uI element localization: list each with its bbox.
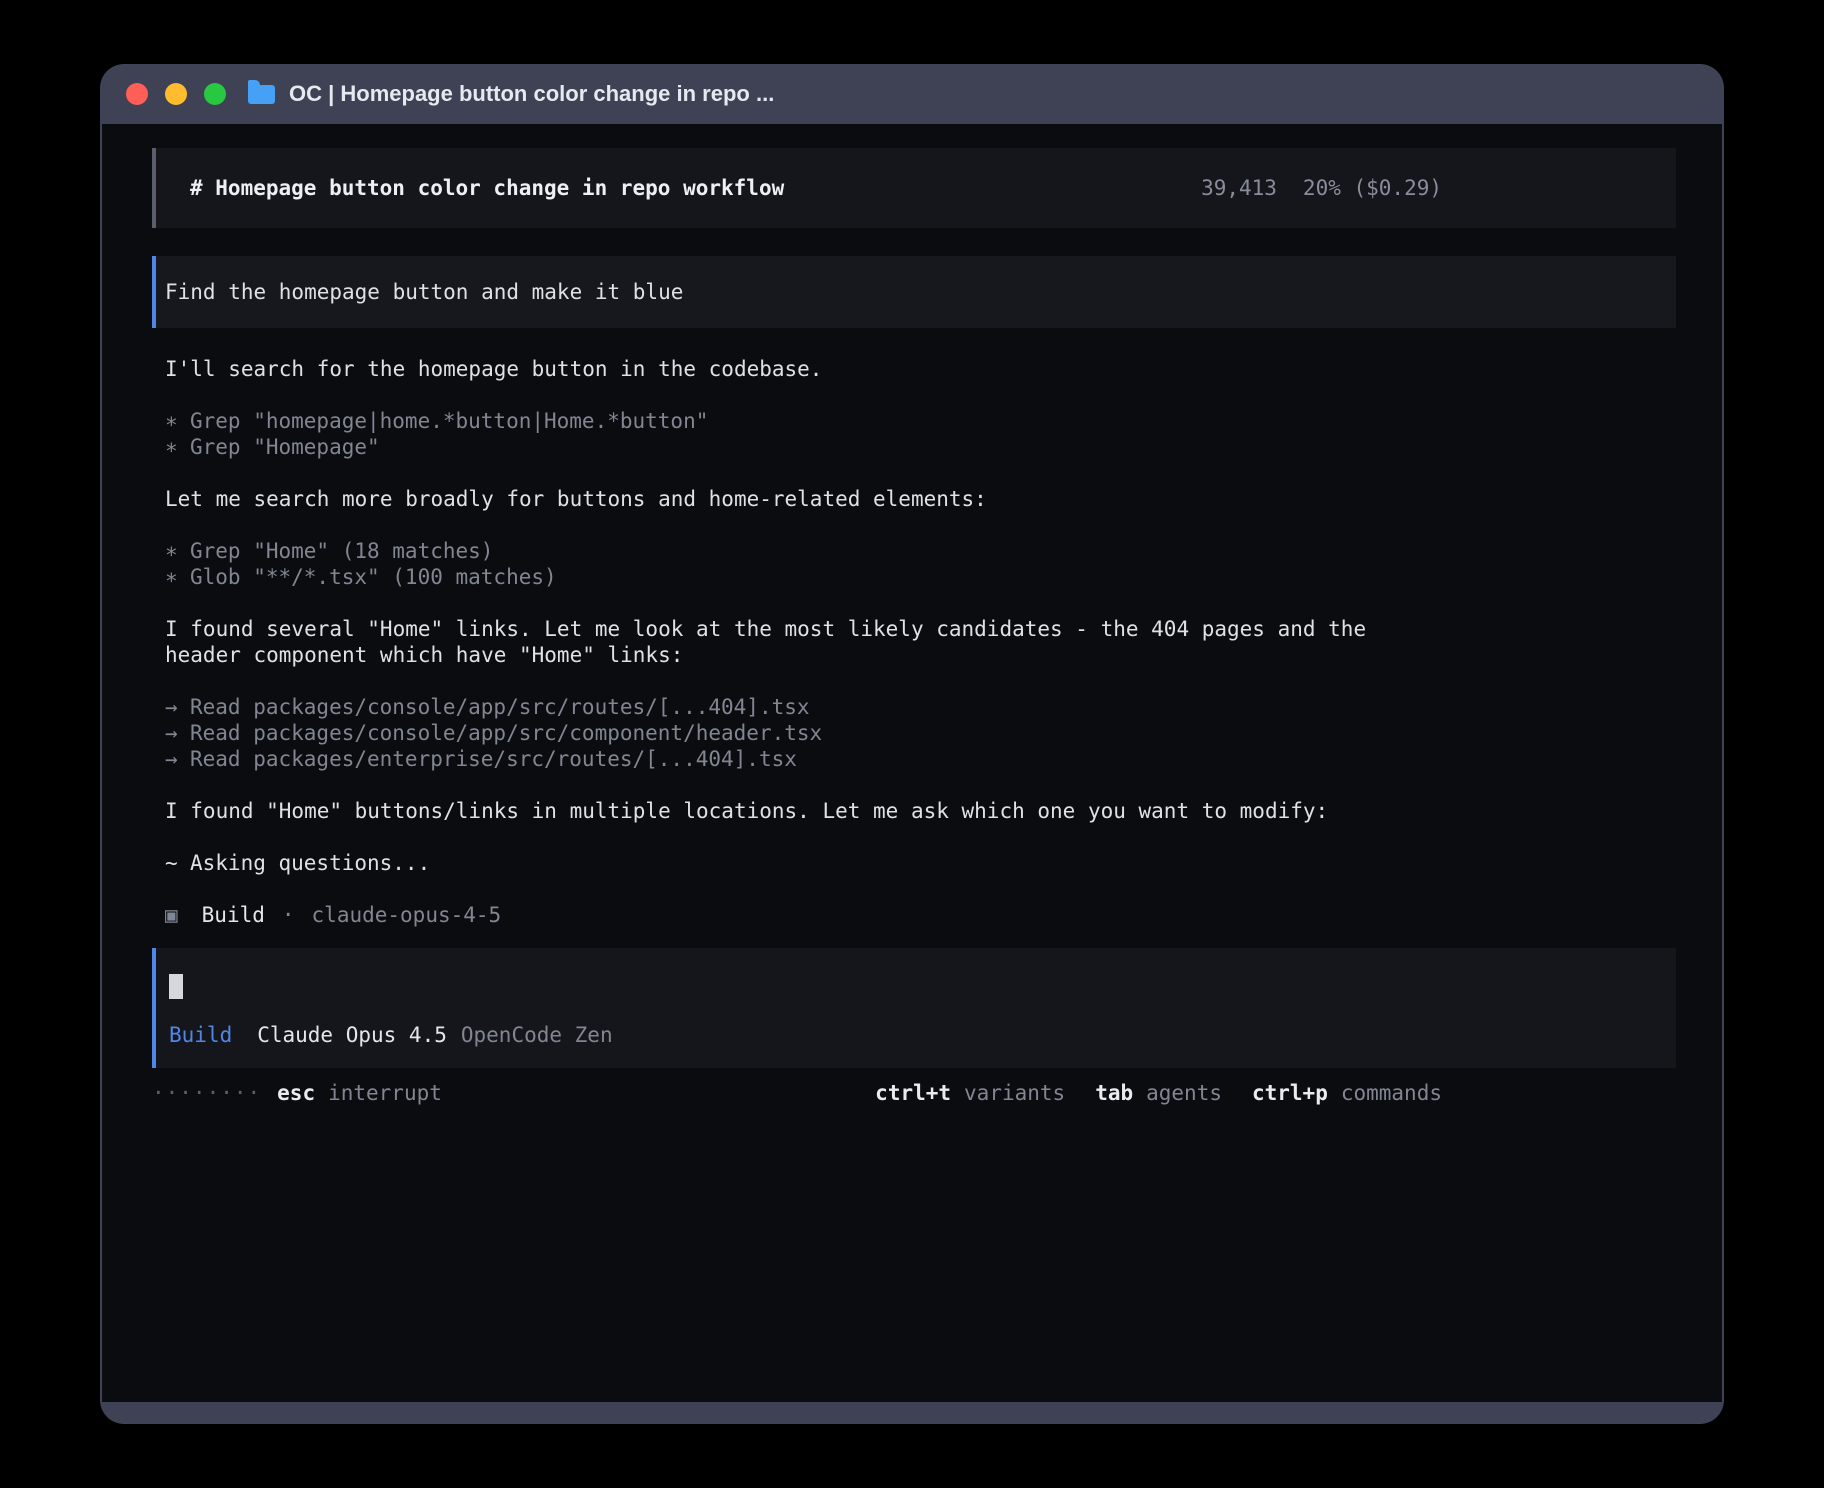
tool-call-group: ∗ Grep "homepage|home.*button|Home.*butt… — [165, 408, 1676, 460]
tool-call-text: Read packages/enterprise/src/routes/[...… — [190, 746, 797, 772]
working-status: ~ Asking questions... — [165, 850, 1442, 876]
agent-status: ▣ Build · claude-opus-4-5 — [165, 902, 1676, 928]
session-header: # Homepage button color change in repo w… — [152, 148, 1676, 228]
asterisk-icon: ∗ — [165, 538, 190, 564]
hint-key-tab: tab — [1095, 1080, 1133, 1106]
text-cursor — [169, 974, 183, 999]
tool-call-group: → Read packages/console/app/src/routes/[… — [165, 694, 1676, 772]
hint-label-variants: variants — [964, 1080, 1065, 1106]
tool-call: ∗ Grep "Home" (18 matches) — [165, 538, 1676, 564]
model-name: claude-opus-4-5 — [312, 902, 502, 928]
session-stats: 39,413 20% ($0.29) — [1201, 175, 1442, 201]
input-meta: Build Claude Opus 4.5 OpenCode Zen — [169, 1022, 1676, 1048]
keyboard-hint: ctrl+p commands — [1252, 1080, 1442, 1106]
status-bar-left: ········ esc interrupt — [152, 1080, 442, 1106]
terminal-content: # Homepage button color change in repo w… — [102, 124, 1722, 1402]
tool-call: ∗ Grep "Homepage" — [165, 434, 1676, 460]
arrow-right-icon: → — [165, 720, 190, 746]
keyboard-hint: tab agents — [1095, 1080, 1222, 1106]
hint-key-ctrl-t: ctrl+t — [875, 1080, 951, 1106]
tool-call-text: Read packages/console/app/src/routes/[..… — [190, 694, 810, 720]
arrow-right-icon: → — [165, 694, 190, 720]
agent-name: Build — [202, 902, 265, 928]
keyboard-hint: esc interrupt — [277, 1080, 442, 1106]
asterisk-icon: ∗ — [165, 408, 190, 434]
traffic-lights — [126, 83, 226, 105]
user-message: Find the homepage button and make it blu… — [152, 256, 1676, 328]
tool-call: ∗ Grep "homepage|home.*button|Home.*butt… — [165, 408, 1676, 434]
assistant-message: I found "Home" buttons/links in multiple… — [165, 798, 1442, 824]
asterisk-icon: ∗ — [165, 434, 190, 460]
separator-dot: · — [282, 902, 295, 928]
tool-call: → Read packages/enterprise/src/routes/[.… — [165, 746, 1676, 772]
spinner-dots: ········ — [152, 1080, 261, 1106]
window-title: OC | Homepage button color change in rep… — [289, 81, 774, 107]
tool-call-text: Glob "**/*.tsx" (100 matches) — [190, 564, 557, 590]
tool-call-text: Grep "Home" (18 matches) — [190, 538, 493, 564]
status-bar: ········ esc interrupt ctrl+t variants t… — [152, 1080, 1676, 1106]
hint-label-agents: agents — [1146, 1080, 1222, 1106]
token-count: 39,413 — [1201, 175, 1277, 201]
task-icon: ▣ — [165, 902, 178, 928]
conversation-log: I'll search for the homepage button in t… — [152, 356, 1676, 928]
hint-key-esc: esc — [277, 1080, 315, 1106]
folder-icon — [248, 85, 275, 104]
hint-label-commands: commands — [1341, 1080, 1442, 1106]
status-bar-right: ctrl+t variants tab agents ctrl+p comman… — [875, 1080, 1442, 1106]
minimize-button[interactable] — [165, 83, 187, 105]
hint-key-ctrl-p: ctrl+p — [1252, 1080, 1328, 1106]
window-titlebar[interactable]: OC | Homepage button color change in rep… — [100, 64, 1724, 124]
agent-mode-label[interactable]: Build — [169, 1022, 232, 1048]
desktop-background: OC | Homepage button color change in rep… — [0, 0, 1824, 1488]
session-title: # Homepage button color change in repo w… — [190, 175, 784, 201]
close-button[interactable] — [126, 83, 148, 105]
keyboard-hint: ctrl+t variants — [875, 1080, 1065, 1106]
tool-call: → Read packages/console/app/src/routes/[… — [165, 694, 1676, 720]
context-usage: 20% ($0.29) — [1303, 175, 1442, 201]
input-model-label: Claude Opus 4.5 — [257, 1022, 447, 1048]
zoom-button[interactable] — [204, 83, 226, 105]
terminal-window: OC | Homepage button color change in rep… — [100, 64, 1724, 1424]
prompt-input[interactable]: Build Claude Opus 4.5 OpenCode Zen — [152, 948, 1676, 1068]
user-message-text: Find the homepage button and make it blu… — [165, 279, 683, 305]
tilde-icon: ~ — [165, 850, 190, 876]
assistant-message: I'll search for the homepage button in t… — [165, 356, 1442, 382]
tool-call-text: Grep "homepage|home.*button|Home.*button… — [190, 408, 708, 434]
tool-call-text: Grep "Homepage" — [190, 434, 380, 460]
assistant-message: Let me search more broadly for buttons a… — [165, 486, 1442, 512]
tool-call-group: ∗ Grep "Home" (18 matches) ∗ Glob "**/*.… — [165, 538, 1676, 590]
hint-label-interrupt: interrupt — [328, 1080, 442, 1106]
arrow-right-icon: → — [165, 746, 190, 772]
tool-call: ∗ Glob "**/*.tsx" (100 matches) — [165, 564, 1676, 590]
input-provider-label: OpenCode Zen — [461, 1022, 613, 1048]
tool-call: → Read packages/console/app/src/componen… — [165, 720, 1676, 746]
asterisk-icon: ∗ — [165, 564, 190, 590]
tool-call-text: Read packages/console/app/src/component/… — [190, 720, 822, 746]
assistant-message: I found several "Home" links. Let me loo… — [165, 616, 1442, 668]
working-status-text: Asking questions... — [190, 850, 430, 876]
